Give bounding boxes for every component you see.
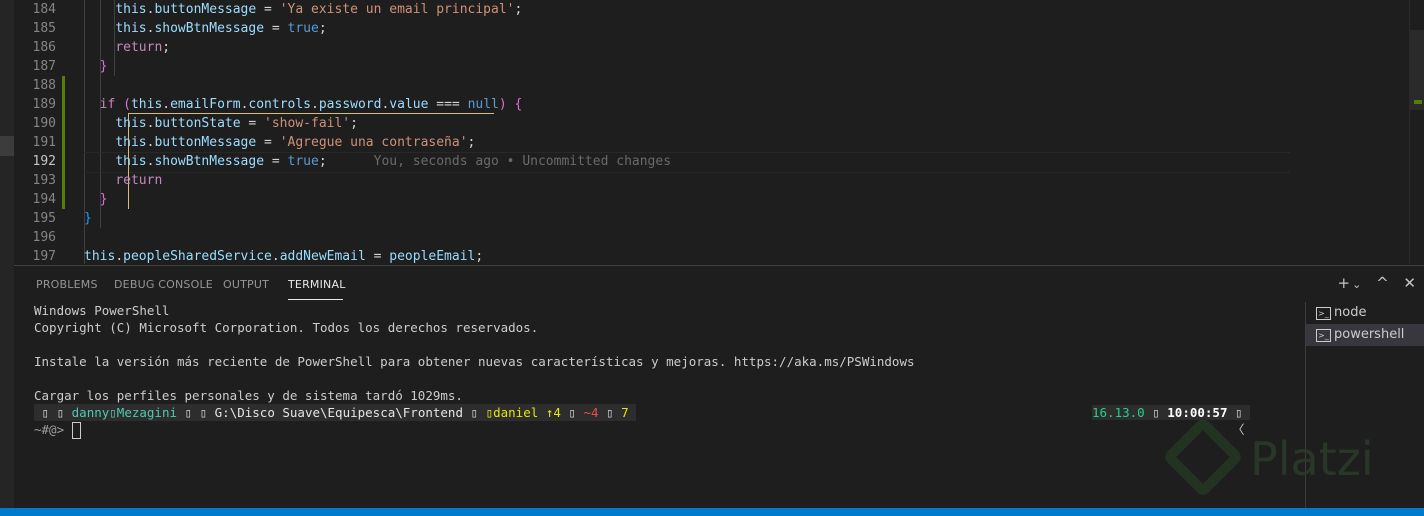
- code-line[interactable]: 197 this.peopleSharedService.addNewEmail …: [14, 247, 1410, 264]
- prompt-path: G:\Disco Suave\Equipesca\Frontend: [214, 405, 463, 420]
- code-line[interactable]: 190 this.buttonState = 'show-fail';: [14, 114, 1410, 133]
- tab-debug-console[interactable]: DEBUG CONSOLE: [114, 278, 213, 291]
- terminal-instance-label: powershell: [1334, 327, 1405, 342]
- line-number: 186: [32, 40, 56, 55]
- prompt-time: 10:00:57: [1167, 405, 1228, 420]
- code-text: this.buttonState = 'show-fail';: [115, 116, 358, 131]
- terminal-cursor: [71, 422, 81, 439]
- code-text: if (this.emailForm.controls.password.val…: [99, 97, 523, 112]
- terminal-line: Windows PowerShell: [34, 303, 170, 318]
- line-number: 196: [32, 230, 56, 245]
- prompt-right-glyph: 〈: [1232, 422, 1245, 437]
- chevron-down-icon[interactable]: ⌄: [1352, 278, 1361, 291]
- terminal-icon: >_: [1316, 307, 1331, 320]
- terminal-line: Instale la versión más reciente de Power…: [34, 354, 915, 369]
- line-number: 195: [32, 211, 56, 226]
- line-number: 188: [32, 78, 56, 93]
- node-version: 16.13.0: [1092, 405, 1145, 420]
- line-number: 190: [32, 116, 56, 131]
- git-change-marker: [1414, 100, 1422, 104]
- prompt-line: ▯ ▯ danny▯Mezagini ▯ ▯ G:\Disco Suave\Eq…: [34, 404, 637, 421]
- code-line[interactable]: 192 this.showBtnMessage = true; You, sec…: [14, 152, 1410, 171]
- close-panel-icon[interactable]: ✕: [1403, 274, 1416, 292]
- code-text: this.showBtnMessage = true;: [115, 21, 327, 36]
- terminal-instance-powershell[interactable]: >_ powershell: [1306, 324, 1424, 346]
- line-number: 184: [32, 2, 56, 17]
- activity-bar: [0, 0, 14, 508]
- tab-terminal[interactable]: TERMINAL: [288, 278, 346, 291]
- code-line[interactable]: 187 }: [14, 57, 1410, 76]
- code-text: this.buttonMessage = 'Agregue una contra…: [115, 135, 476, 150]
- active-tab-indicator: [288, 299, 343, 300]
- prompt-modified: ~4: [583, 405, 599, 420]
- code-line[interactable]: 188: [14, 76, 1410, 95]
- terminal-line: Copyright (C) Microsoft Corporation. Tod…: [34, 320, 539, 335]
- code-text: }: [84, 211, 92, 226]
- line-number: 197: [32, 249, 56, 264]
- editor-scrollbar[interactable]: [1409, 0, 1424, 264]
- code-line[interactable]: 191 this.buttonMessage = 'Agregue una co…: [14, 133, 1410, 152]
- line-number: 191: [32, 135, 56, 150]
- code-line[interactable]: 195}: [14, 209, 1410, 228]
- terminal-instance-node[interactable]: >_ node: [1306, 302, 1424, 324]
- prompt-ahead: ↑4: [545, 405, 561, 420]
- line-number: 192: [32, 154, 56, 169]
- code-line[interactable]: 196: [14, 228, 1410, 247]
- panel-actions: + ⌄ ^ ✕: [1327, 274, 1416, 292]
- code-line[interactable]: 184 this.buttonMessage = 'Ya existe un e…: [14, 0, 1410, 19]
- prompt-right: 16.13.0 ▯ 10:00:57 ▯: [1092, 405, 1251, 420]
- bottom-panel: PROBLEMS DEBUG CONSOLE OUTPUT TERMINAL +…: [14, 265, 1424, 509]
- prompt-second-line: ~#@>: [34, 421, 81, 439]
- code-line[interactable]: 194 }: [14, 190, 1410, 209]
- status-bar: [0, 508, 1424, 516]
- prompt-branch: ▯daniel: [485, 405, 539, 420]
- line-number: 194: [32, 192, 56, 207]
- code-line[interactable]: 193 return: [14, 171, 1410, 190]
- line-number: 193: [32, 173, 56, 188]
- activity-indicator: [0, 136, 14, 156]
- code-editor[interactable]: 184 this.buttonMessage = 'Ya existe un e…: [14, 0, 1410, 264]
- code-text: return: [115, 173, 163, 188]
- prompt-user: danny▯Mezagini: [71, 405, 177, 420]
- scroll-thumb[interactable]: [1410, 30, 1424, 110]
- code-text: }: [99, 59, 108, 74]
- line-number: 189: [32, 97, 56, 112]
- line-number: 185: [32, 21, 56, 36]
- terminal-icon: >_: [1316, 329, 1331, 342]
- prompt-count: 7: [621, 405, 629, 420]
- line-number: 187: [32, 59, 56, 74]
- terminal-line: Cargar los perfiles personales y de sist…: [34, 388, 463, 403]
- code-line[interactable]: 185 this.showBtnMessage = true;: [14, 19, 1410, 38]
- platzi-watermark: Platzi: [1250, 432, 1374, 486]
- code-text: }: [99, 192, 108, 207]
- tab-problems[interactable]: PROBLEMS: [36, 278, 98, 291]
- git-blame-annotation: You, seconds ago • Uncommitted changes: [326, 154, 672, 169]
- code-text: this.peopleSharedService.addNewEmail = p…: [84, 249, 484, 264]
- code-line[interactable]: 186 return;: [14, 38, 1410, 57]
- code-line[interactable]: 189 if (this.emailForm.controls.password…: [14, 95, 1410, 114]
- new-terminal-icon[interactable]: +: [1337, 274, 1350, 292]
- terminal-instance-label: node: [1334, 305, 1367, 320]
- prompt-symbol: ~#@>: [34, 422, 65, 437]
- tab-output[interactable]: OUTPUT: [223, 278, 269, 291]
- panel-tabs: PROBLEMS DEBUG CONSOLE OUTPUT TERMINAL: [14, 266, 1304, 302]
- code-text: return;: [115, 40, 171, 55]
- code-text: this.buttonMessage = 'Ya existe un email…: [115, 2, 523, 17]
- terminal-output[interactable]: Windows PowerShell Copyright (C) Microso…: [34, 302, 1304, 502]
- code-text: this.showBtnMessage = true; You, seconds…: [115, 154, 672, 169]
- maximize-panel-icon[interactable]: ^: [1376, 274, 1389, 292]
